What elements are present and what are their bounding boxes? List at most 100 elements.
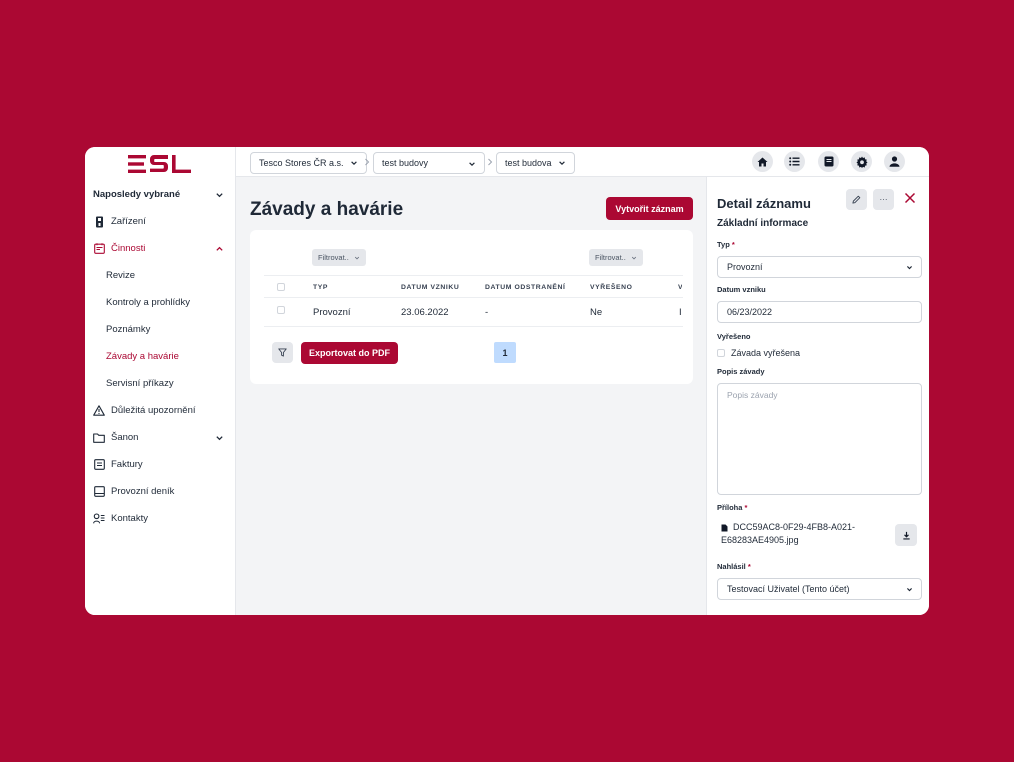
sidebar-item-revize[interactable]: Revize [85,262,236,289]
cell-type[interactable]: Provozní [313,307,351,318]
column-header-created[interactable]: DATUM VZNIKU [401,284,459,291]
sidebar-item-warnings[interactable]: Důležitá upozornění [85,397,236,424]
created-date-input[interactable]: 06/23/2022 [717,301,922,323]
sidebar-item-label: Revize [106,270,136,281]
created-date-value: 06/23/2022 [727,307,773,317]
detail-panel: Detail záznamu ··· Základní informace Ty… [706,177,929,615]
sidebar-item-defects[interactable]: Závady a havárie [85,343,236,370]
column-header-resolved[interactable]: VYŘEŠENO [590,284,633,291]
cell-resolved[interactable]: Ne [590,307,602,318]
contacts-icon [93,513,105,525]
sidebar-item-activities[interactable]: Činnosti [85,235,236,262]
sidebar-item-inspections[interactable]: Kontroly a prohlídky [85,289,236,316]
page-title: Závady a havárie [250,199,404,220]
sidebar-item-label: Šanon [111,432,139,443]
records-table-card: Filtrovat.. Filtrovat.. TYP DATUM VZNIKU… [250,230,693,384]
resolved-checkbox-row[interactable]: Závada vyřešena [717,348,800,358]
reporter-select[interactable]: Testovací Uživatel (Tento účet) [717,578,922,600]
filter-label: Filtrovat.. [595,253,626,262]
device-icon [93,216,105,228]
sidebar: Naposledy vybrané Zařízení Činnosti Revi… [85,147,236,615]
warning-icon [93,405,105,417]
sidebar-item-label: Závady a havárie [106,351,179,362]
attachment-filename[interactable]: DCC59AC8-0F29-4FB8-A021-E68283AE4905.jpg [721,521,881,547]
filter-resolved-select[interactable]: Filtrovat.. [589,249,643,266]
table-divider [264,326,683,327]
home-button[interactable] [752,151,773,172]
download-button[interactable] [895,524,917,546]
column-header-type[interactable]: TYP [313,284,328,291]
settings-button[interactable] [851,151,872,172]
create-record-button[interactable]: Vytvořit záznam [606,197,693,220]
export-pdf-button[interactable]: Exportovat do PDF [301,342,398,364]
book-icon [93,486,105,498]
sidebar-item-label: Poznámky [106,324,151,335]
sidebar-item-label: Faktury [111,459,143,470]
chevron-up-icon [216,246,223,251]
sidebar-item-contacts[interactable]: Kontakty [85,505,236,532]
row-checkbox[interactable] [277,306,285,314]
chevron-down-icon [469,162,475,167]
documents-button[interactable] [818,151,839,172]
chevron-down-icon [350,161,357,166]
breadcrumb-company-select[interactable]: Tesco Stores ČR a.s. [250,152,367,174]
sidebar-item-label: Kontroly a prohlídky [106,297,190,308]
list-button[interactable] [784,151,805,172]
sidebar-item-devices[interactable]: Zařízení [85,208,236,235]
chevron-down-icon [216,192,223,197]
breadcrumb-group-select[interactable]: test budovy [373,152,485,174]
pagination-page-1[interactable]: 1 [494,342,516,363]
sidebar-item-label: Servisní příkazy [106,378,174,389]
chevron-down-icon [354,256,359,260]
user-button[interactable] [884,151,905,172]
filter-button[interactable] [272,342,293,363]
type-label: Typ * [717,240,735,249]
calendar-icon [93,243,105,255]
chevron-down-icon [216,435,223,440]
filter-type-select[interactable]: Filtrovat.. [312,249,366,266]
more-icon: ··· [879,195,888,204]
breadcrumb-building-select[interactable]: test budova [496,152,575,174]
cell-created[interactable]: 23.06.2022 [401,307,449,318]
sidebar-item-label: Naposledy vybrané [93,189,181,200]
more-options-button[interactable]: ··· [873,189,894,210]
sidebar-item-logbook[interactable]: Provozní deník [85,478,236,505]
column-header-removed[interactable]: DATUM ODSTRANĚNÍ [485,284,565,291]
breadcrumb-label: test budova [505,158,552,168]
list-icon [789,157,800,166]
cell-removed[interactable]: - [485,307,488,318]
edit-button[interactable] [846,189,867,210]
detail-section-title: Základní informace [717,218,809,229]
filter-label: Filtrovat.. [318,253,349,262]
esl-logo-icon [128,155,191,173]
reporter-label: Nahlásil * [717,562,751,571]
sidebar-item-label: Důležitá upozornění [111,405,196,416]
sidebar-item-service-orders[interactable]: Servisní příkazy [85,370,236,397]
gear-icon [856,156,867,168]
resolved-label: Vyřešeno [717,332,751,341]
close-icon[interactable] [903,191,917,205]
chevron-down-icon [907,266,912,270]
sidebar-item-binder[interactable]: Šanon [85,424,236,451]
book-icon [824,156,833,167]
sidebar-item-label: Kontakty [111,513,148,524]
sidebar-item-notes[interactable]: Poznámky [85,316,236,343]
topbar: Tesco Stores ČR a.s. test budovy test bu… [236,147,929,177]
filter-icon [278,348,287,357]
sidebar-item-invoices[interactable]: Faktury [85,451,236,478]
logo[interactable] [85,147,235,181]
breadcrumb-separator-icon [488,158,493,166]
home-icon [757,157,768,166]
resolved-checkbox[interactable] [717,349,725,357]
breadcrumb-label: Tesco Stores ČR a.s. [259,158,344,168]
select-all-checkbox[interactable] [277,283,285,291]
type-value: Provozní [727,262,763,272]
breadcrumb-label: test budovy [382,158,429,168]
chevron-down-icon [907,588,912,592]
resolved-checkbox-label: Závada vyřešena [731,348,801,358]
detail-title: Detail záznamu [717,196,811,211]
type-select[interactable]: Provozní [717,256,922,278]
sidebar-item-recent[interactable]: Naposledy vybrané [85,181,236,208]
description-label: Popis závady [717,367,765,376]
description-textarea[interactable]: Popis závady [717,383,922,495]
